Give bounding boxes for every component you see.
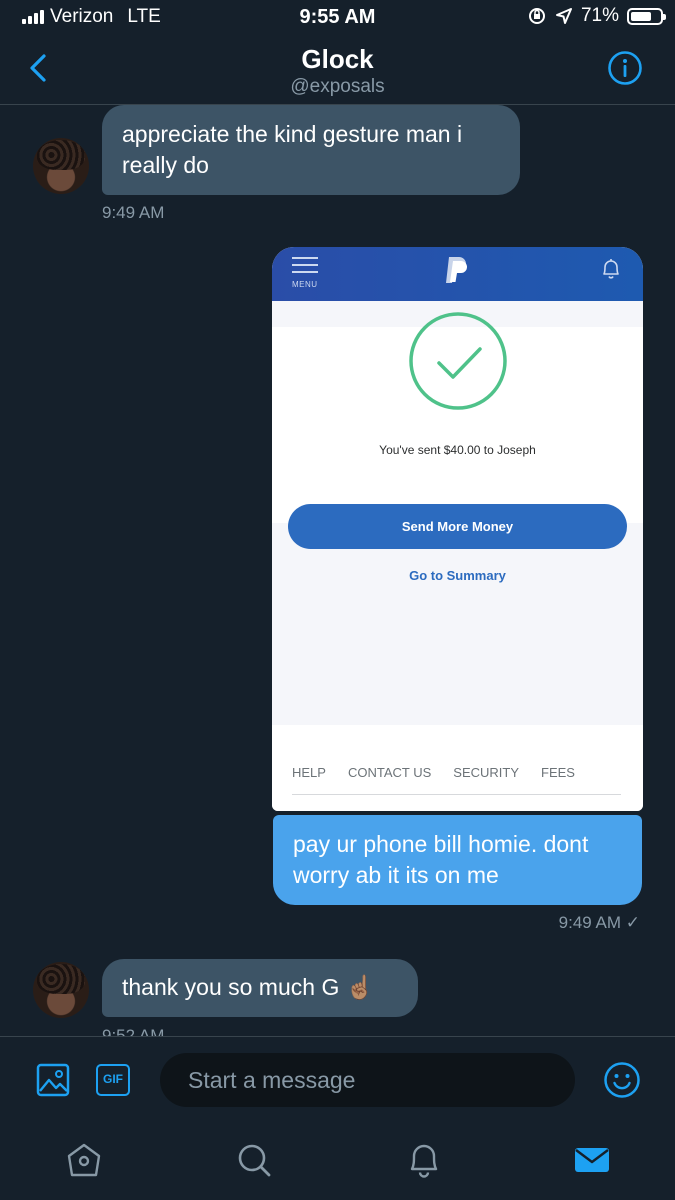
notifications-icon[interactable]	[404, 1140, 444, 1180]
message-timestamp: 9:49 AM ✓	[558, 913, 640, 932]
message-bubble-incoming[interactable]: appreciate the kind gesture man i really…	[102, 105, 520, 195]
send-more-money-button: Send More Money	[288, 504, 627, 549]
home-icon[interactable]	[64, 1140, 104, 1180]
success-check-icon	[409, 312, 507, 410]
footer-link-help: HELP	[292, 765, 326, 780]
message-bubble-incoming[interactable]: thank you so much G ☝🏽	[102, 959, 418, 1017]
bell-icon	[603, 259, 619, 279]
status-right: 71%	[527, 5, 666, 27]
avatar[interactable]	[33, 138, 89, 194]
menu-icon	[292, 257, 318, 278]
conversation-handle: @exposals	[290, 76, 385, 97]
status-bar: Verizon LTE 9:55 AM 71%	[0, 0, 675, 34]
footer-links: HELP CONTACT US SECURITY FEES	[292, 765, 575, 780]
paypal-logo-icon	[446, 257, 467, 283]
location-icon	[555, 8, 572, 24]
info-icon[interactable]	[607, 50, 643, 86]
battery-percent: 71%	[580, 5, 619, 26]
footer-link-security: SECURITY	[453, 765, 520, 780]
emoji-icon[interactable]	[603, 1061, 641, 1099]
gif-button[interactable]: GIF	[96, 1064, 130, 1096]
paypal-confirmation-panel: You've sent $40.00 to Joseph	[272, 312, 643, 523]
search-icon[interactable]	[234, 1140, 274, 1180]
messages-icon[interactable]	[572, 1140, 612, 1180]
message-composer: GIF Start a message	[0, 1036, 675, 1127]
paypal-footer: HELP CONTACT US SECURITY FEES	[272, 725, 643, 811]
message-timestamp: 9:49 AM	[102, 203, 165, 222]
orientation-lock-icon	[528, 8, 545, 24]
tab-bar	[0, 1126, 675, 1200]
battery-icon	[627, 7, 666, 25]
footer-link-fees: FEES	[541, 765, 575, 780]
go-to-summary-link: Go to Summary	[409, 568, 506, 583]
footer-divider	[292, 794, 621, 795]
menu-label: MENU	[292, 280, 318, 289]
message-input[interactable]: Start a message	[160, 1053, 575, 1107]
avatar[interactable]	[33, 962, 89, 1018]
paypal-top-bar: MENU	[272, 247, 643, 301]
image-icon[interactable]	[36, 1063, 70, 1097]
message-bubble-outgoing[interactable]: pay ur phone bill homie. dont worry ab i…	[273, 815, 642, 905]
shared-image-paypal[interactable]: MENU You've sent $40.00 to Joseph Send M…	[272, 247, 643, 811]
footer-link-contact: CONTACT US	[347, 765, 432, 780]
conversation-header: Glock @exposals	[0, 34, 675, 105]
message-timestamp: 9:52 AM	[102, 1026, 165, 1036]
conversation-title: Glock	[301, 44, 374, 74]
payment-sent-text: You've sent $40.00 to Joseph	[379, 443, 536, 457]
